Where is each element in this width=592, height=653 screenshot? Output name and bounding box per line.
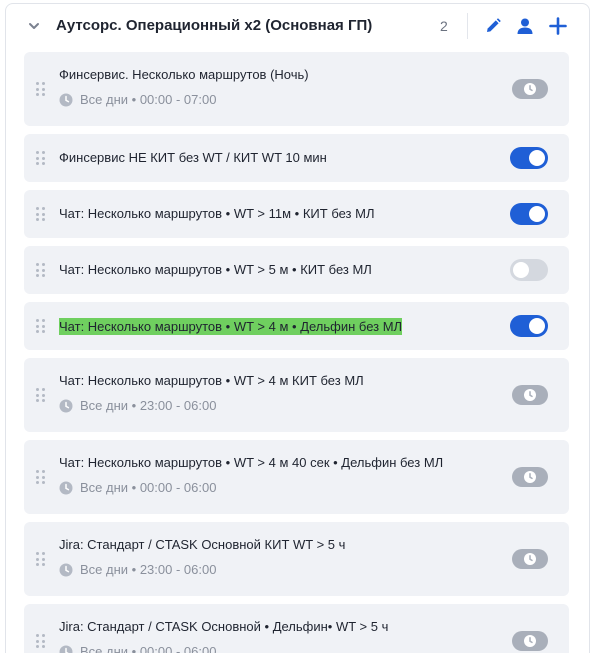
schedule-toggle[interactable]	[512, 79, 548, 99]
route-title: Финсервис НЕ КИТ без WT / КИТ WT 10 мин	[59, 150, 327, 165]
route-title: Финсервис. Несколько маршрутов (Ночь)	[59, 67, 309, 82]
drag-handle-icon[interactable]	[36, 388, 46, 402]
toggle-knob	[529, 150, 545, 166]
route-schedule-text: Все дни • 00:00 - 06:00	[80, 480, 217, 495]
drag-handle-icon[interactable]	[36, 82, 46, 96]
user-icon[interactable]	[515, 16, 535, 36]
route-schedule: Все дни • 00:00 - 06:00	[59, 644, 216, 653]
routing-group-panel: Аутсорс. Операционный x2 (Основная ГП) 2…	[5, 3, 590, 653]
route-schedule: Все дни • 00:00 - 06:00	[59, 480, 216, 495]
route-title: Чат: Несколько маршрутов • WT > 4 м • Де…	[59, 318, 403, 335]
toggle-knob	[529, 206, 545, 222]
route-card[interactable]: Чат: Несколько маршрутов • WT > 4 м 40 с…	[24, 440, 569, 514]
route-schedule: Все дни • 23:00 - 06:00	[59, 562, 216, 577]
clock-icon	[524, 471, 536, 483]
clock-icon	[524, 553, 536, 565]
drag-handle-icon[interactable]	[36, 151, 46, 165]
route-title: Чат: Несколько маршрутов • WT > 5 м • КИ…	[59, 262, 372, 277]
schedule-toggle[interactable]	[512, 631, 548, 651]
route-schedule-text: Все дни • 00:00 - 06:00	[80, 644, 217, 653]
drag-handle-icon[interactable]	[36, 319, 46, 333]
pencil-icon[interactable]	[483, 16, 503, 36]
route-title: Jira: Стандарт / CTASK Основной • Дельфи…	[59, 619, 389, 634]
route-toggle[interactable]	[510, 259, 548, 281]
chevron-down-icon[interactable]	[26, 18, 42, 34]
route-card[interactable]: Чат: Несколько маршрутов • WT > 11м • КИ…	[24, 190, 569, 238]
clock-icon	[59, 399, 73, 413]
route-card[interactable]: Финсервис НЕ КИТ без WT / КИТ WT 10 мин	[24, 134, 569, 182]
route-toggle[interactable]	[510, 315, 548, 337]
clock-icon	[59, 481, 73, 495]
route-toggle[interactable]	[510, 147, 548, 169]
clock-icon	[524, 635, 536, 647]
schedule-toggle[interactable]	[512, 549, 548, 569]
group-header: Аутсорс. Операционный x2 (Основная ГП) 2	[6, 4, 589, 48]
route-title: Чат: Несколько маршрутов • WT > 11м • КИ…	[59, 206, 375, 221]
toggle-knob	[513, 262, 529, 278]
route-schedule-text: Все дни • 00:00 - 07:00	[80, 92, 217, 107]
route-card[interactable]: Финсервис. Несколько маршрутов (Ночь) Все…	[24, 52, 569, 126]
drag-handle-icon[interactable]	[36, 207, 46, 221]
route-card[interactable]: Чат: Несколько маршрутов • WT > 4 м КИТ …	[24, 358, 569, 432]
drag-handle-icon[interactable]	[36, 470, 46, 484]
drag-handle-icon[interactable]	[36, 552, 46, 566]
group-title: Аутсорс. Операционный x2 (Основная ГП)	[56, 17, 373, 34]
schedule-toggle[interactable]	[512, 467, 548, 487]
route-schedule-text: Все дни • 23:00 - 06:00	[80, 562, 217, 577]
route-card[interactable]: Jira: Стандарт / CTASK Основной КИТ WT >…	[24, 522, 569, 596]
route-card[interactable]: Чат: Несколько маршрутов • WT > 4 м • Де…	[24, 302, 569, 350]
route-title: Jira: Стандарт / CTASK Основной КИТ WT >…	[59, 537, 346, 552]
route-card[interactable]: Чат: Несколько маршрутов • WT > 5 м • КИ…	[24, 246, 569, 294]
drag-handle-icon[interactable]	[36, 263, 46, 277]
toggle-knob	[529, 318, 545, 334]
clock-icon	[59, 93, 73, 107]
route-schedule: Все дни • 23:00 - 06:00	[59, 398, 216, 413]
route-card[interactable]: Jira: Стандарт / CTASK Основной • Дельфи…	[24, 604, 569, 653]
clock-icon	[524, 83, 536, 95]
clock-icon	[524, 389, 536, 401]
group-count: 2	[440, 18, 448, 34]
clock-icon	[59, 645, 73, 653]
route-schedule-text: Все дни • 23:00 - 06:00	[80, 398, 217, 413]
schedule-toggle[interactable]	[512, 385, 548, 405]
route-title: Чат: Несколько маршрутов • WT > 4 м 40 с…	[59, 455, 444, 470]
plus-icon[interactable]	[548, 16, 568, 36]
route-schedule: Все дни • 00:00 - 07:00	[59, 92, 216, 107]
route-title: Чат: Несколько маршрутов • WT > 4 м КИТ …	[59, 373, 364, 388]
drag-handle-icon[interactable]	[36, 634, 46, 648]
header-divider	[467, 13, 468, 39]
route-toggle[interactable]	[510, 203, 548, 225]
clock-icon	[59, 563, 73, 577]
